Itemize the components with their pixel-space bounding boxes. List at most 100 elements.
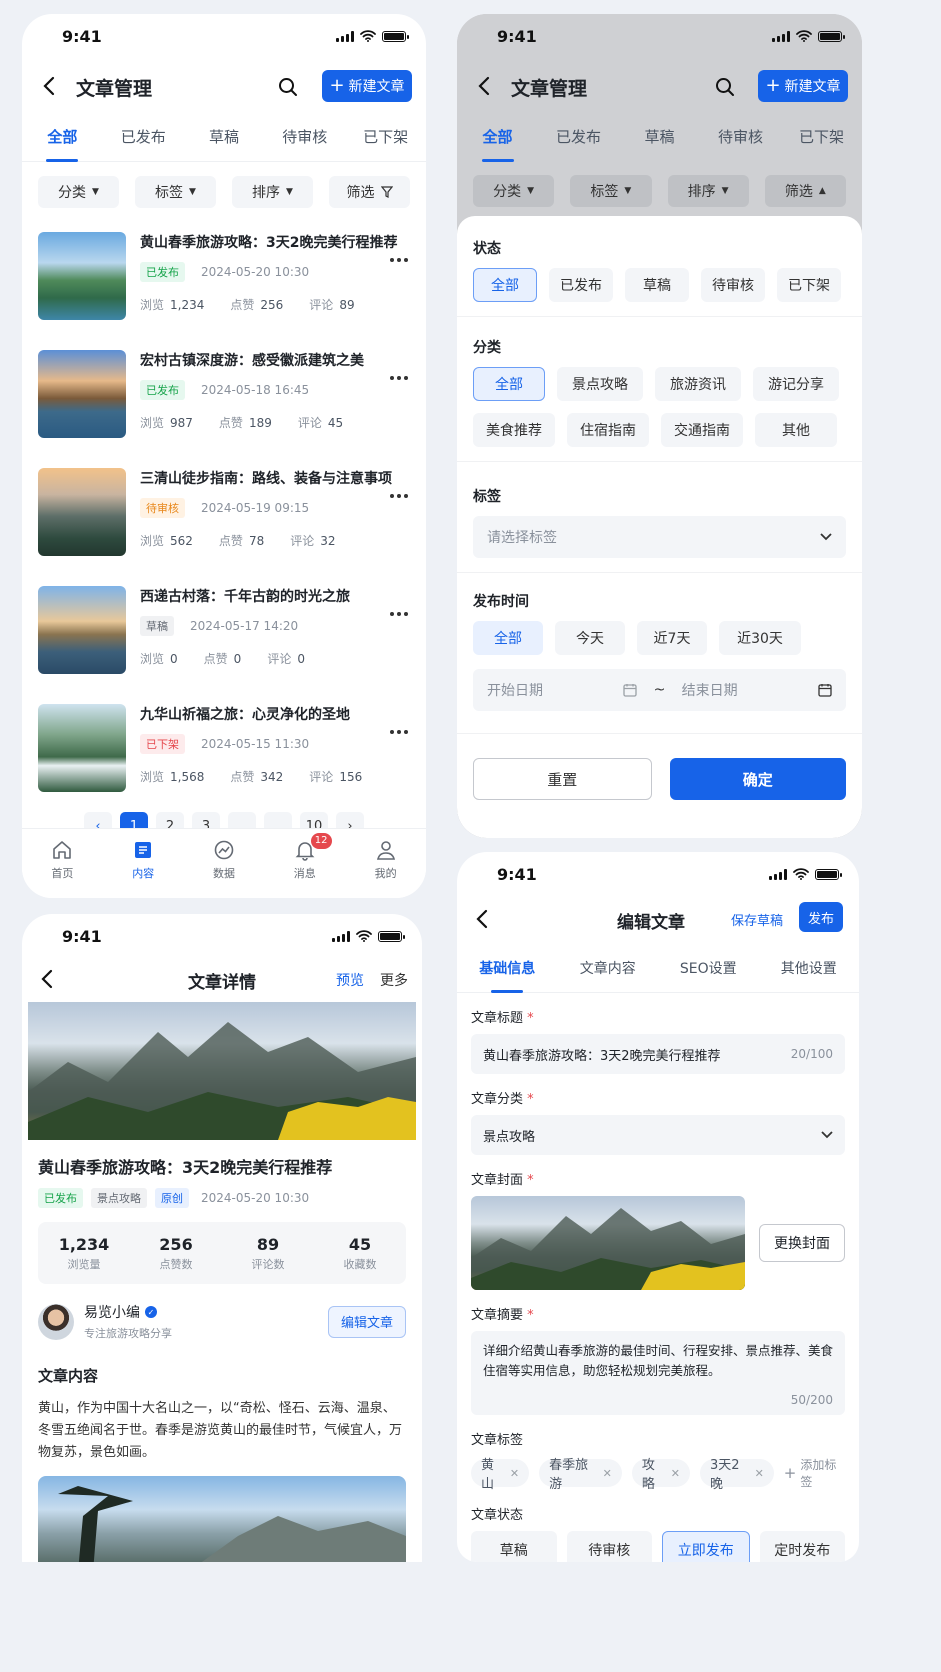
more-icon[interactable] <box>390 730 408 734</box>
tabbar-profile[interactable]: 我的 <box>345 829 426 898</box>
filter-tag[interactable]: 标签 ▼ <box>135 176 216 208</box>
views-label: 浏览量 <box>67 1257 101 1271</box>
close-icon[interactable]: ✕ <box>755 1467 764 1480</box>
end-date-input[interactable]: 结束日期 <box>682 680 802 700</box>
list-item[interactable]: 黄山春季旅游攻略：3天2晚完美行程推荐 已发布 2024-05-20 10:30 … <box>22 218 426 336</box>
tab-published[interactable]: 已发布 <box>538 114 619 161</box>
content-heading: 文章内容 <box>38 1367 99 1385</box>
status-option-draft[interactable]: 草稿 <box>625 268 689 302</box>
new-article-button[interactable]: + 新建文章 <box>758 70 848 102</box>
edit-article-button[interactable]: 编辑文章 <box>328 1305 406 1338</box>
tab-offline[interactable]: 已下架 <box>781 114 862 161</box>
tabbar-content[interactable]: 内容 <box>103 829 184 898</box>
list-item[interactable]: 宏村古镇深度游：感受徽派建筑之美 已发布 2024-05-18 16:45 浏览 9… <box>22 336 426 454</box>
plus-icon: + <box>783 1464 797 1482</box>
back-button[interactable] <box>36 73 62 99</box>
status-option-all[interactable]: 全部 <box>473 268 537 302</box>
date-range-input[interactable]: 开始日期 ~ 结束日期 <box>473 669 846 711</box>
start-date-input[interactable]: 开始日期 <box>487 680 607 700</box>
back-button[interactable] <box>469 906 495 932</box>
tab-seo[interactable]: SEO设置 <box>658 946 759 992</box>
time-option-30days[interactable]: 近30天 <box>719 621 801 655</box>
tab-all[interactable]: 全部 <box>457 114 538 162</box>
category-option-news[interactable]: 旅游资讯 <box>655 367 741 401</box>
filter-more[interactable]: 筛选 ▲ <box>764 175 846 207</box>
new-article-button[interactable]: + 新建文章 <box>322 70 412 102</box>
tab-offline[interactable]: 已下架 <box>345 114 426 161</box>
reset-button[interactable]: 重置 <box>473 758 652 800</box>
favorites-value: 45 <box>348 1234 372 1254</box>
category-option-other[interactable]: 其他 <box>755 413 837 447</box>
tab-other[interactable]: 其他设置 <box>759 946 860 992</box>
tab-all[interactable]: 全部 <box>22 114 103 162</box>
status-option-review[interactable]: 待审核 <box>701 268 765 302</box>
more-link[interactable]: 更多 <box>380 970 408 990</box>
filter-tag[interactable]: 标签 ▼ <box>570 175 652 207</box>
category-option-food[interactable]: 美食推荐 <box>473 413 555 447</box>
category-option-transport[interactable]: 交通指南 <box>661 413 743 447</box>
status-option-published[interactable]: 已发布 <box>549 268 613 302</box>
tab-review[interactable]: 待审核 <box>700 114 781 161</box>
category-option-hotel[interactable]: 住宿指南 <box>567 413 649 447</box>
tag-chip[interactable]: 3天2晚 ✕ <box>700 1458 774 1492</box>
status-option-publish-now[interactable]: 立即发布 <box>662 1531 750 1562</box>
close-icon[interactable]: ✕ <box>671 1467 680 1480</box>
list-item[interactable]: 九华山祈福之旅：心灵净化的圣地 已下架 2024-05-15 11:30 浏览 1,… <box>22 690 426 808</box>
more-icon[interactable] <box>390 494 408 498</box>
status-option-offline[interactable]: 已下架 <box>777 268 841 302</box>
tag-chip[interactable]: 春季旅游 ✕ <box>539 1458 622 1492</box>
more-icon[interactable] <box>390 258 408 262</box>
list-item[interactable]: 西递古村落：千年古韵的时光之旅 草稿 2024-05-17 14:20 浏览 0 点赞… <box>22 572 426 690</box>
tab-draft[interactable]: 草稿 <box>184 114 265 161</box>
nav-bar: 文章管理 + 新建文章 <box>457 58 862 114</box>
more-icon[interactable] <box>390 612 408 616</box>
tab-basic-info[interactable]: 基础信息 <box>457 946 558 993</box>
publish-button[interactable]: 发布 <box>799 902 843 932</box>
change-cover-button[interactable]: 更换封面 <box>759 1224 845 1262</box>
status-option-review[interactable]: 待审核 <box>566 1531 652 1562</box>
status-bar: 9:41 <box>457 14 862 58</box>
tabbar-messages[interactable]: 消息 12 <box>264 829 345 898</box>
tag-select[interactable]: 请选择标签 <box>473 516 846 558</box>
summary-textarea[interactable]: 详细介绍黄山春季旅游的最佳时间、行程安排、景点推荐、美食住宿等实用信息，助您轻松… <box>471 1331 845 1415</box>
time-option-today[interactable]: 今天 <box>555 621 625 655</box>
status-bar: 9:41 <box>22 914 422 958</box>
preview-link[interactable]: 预览 <box>336 970 364 990</box>
filter-category[interactable]: 分类 ▼ <box>38 176 119 208</box>
title-input[interactable]: 黄山春季旅游攻略：3天2晚完美行程推荐 20/100 <box>471 1034 845 1074</box>
back-button[interactable] <box>471 73 497 99</box>
search-icon[interactable] <box>715 77 735 97</box>
filter-more[interactable]: 筛选 <box>329 176 410 208</box>
confirm-button[interactable]: 确定 <box>669 758 846 800</box>
close-icon[interactable]: ✕ <box>603 1467 612 1480</box>
status-option-draft[interactable]: 草稿 <box>471 1531 557 1562</box>
tag-chip[interactable]: 攻略 ✕ <box>631 1458 691 1492</box>
tab-content[interactable]: 文章内容 <box>558 946 659 992</box>
tab-published[interactable]: 已发布 <box>103 114 184 161</box>
category-select[interactable]: 景点攻略 <box>471 1115 845 1155</box>
filter-category[interactable]: 分类 ▼ <box>473 175 555 207</box>
category-option-attractions[interactable]: 景点攻略 <box>557 367 643 401</box>
filter-sort[interactable]: 排序 ▼ <box>667 175 749 207</box>
status-tabs: 全部 已发布 草稿 待审核 已下架 <box>22 114 426 162</box>
tag-chip[interactable]: 黄山 ✕ <box>471 1458 530 1492</box>
author-name: 易览小编 <box>84 1305 140 1321</box>
save-draft-link[interactable]: 保存草稿 <box>731 910 783 929</box>
tab-draft[interactable]: 草稿 <box>619 114 700 161</box>
category-option-all[interactable]: 全部 <box>473 367 545 401</box>
time-option-7days[interactable]: 近7天 <box>637 621 707 655</box>
more-icon[interactable] <box>390 376 408 380</box>
time-option-all[interactable]: 全部 <box>473 621 543 655</box>
filter-sort[interactable]: 排序 ▼ <box>232 176 313 208</box>
author-desc: 专注旅游攻略分享 <box>84 1327 172 1340</box>
avatar[interactable] <box>38 1303 74 1340</box>
close-icon[interactable]: ✕ <box>510 1467 519 1480</box>
tabbar-data[interactable]: 数据 <box>184 829 265 898</box>
list-item[interactable]: 三清山徒步指南：路线、装备与注意事项 待审核 2024-05-19 09:15 浏… <box>22 454 426 572</box>
category-option-travelogue[interactable]: 游记分享 <box>753 367 839 401</box>
add-tag-button[interactable]: + 添加标签 <box>784 1456 845 1490</box>
tabbar-home[interactable]: 首页 <box>22 829 103 898</box>
status-option-scheduled[interactable]: 定时发布 <box>759 1531 845 1562</box>
tab-review[interactable]: 待审核 <box>264 114 345 161</box>
search-icon[interactable] <box>278 77 298 97</box>
